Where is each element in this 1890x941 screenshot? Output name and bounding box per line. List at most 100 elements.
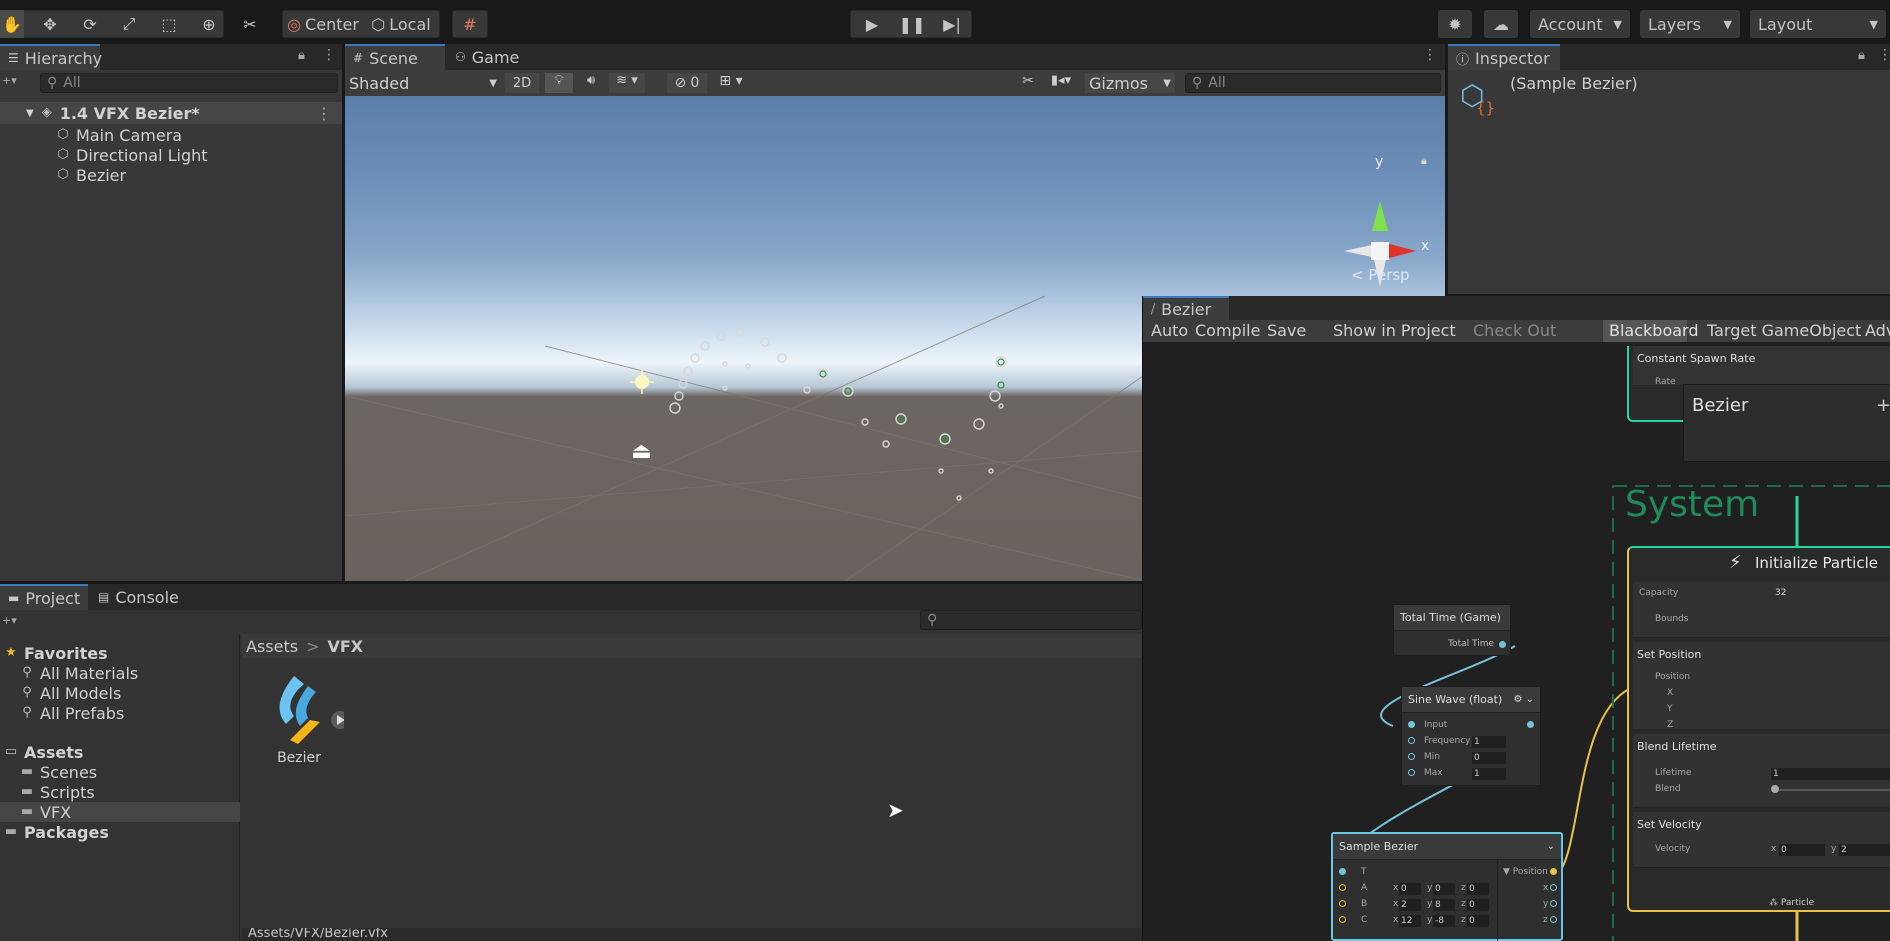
initialize-context[interactable]: ⚡ Initialize Particle Capacity 32 Bounds… xyxy=(1627,546,1890,912)
blend-slider[interactable] xyxy=(1773,789,1890,791)
velocity-x-field[interactable]: 0 xyxy=(1779,844,1825,856)
scene-root-row[interactable]: ▼ ◈ 1.4 VFX Bezier* ⋮ xyxy=(0,102,342,124)
bezier-output-port[interactable] xyxy=(1550,868,1557,875)
packages-folder[interactable]: ▬ Packages xyxy=(4,822,109,842)
blend-slider-handle[interactable] xyxy=(1771,785,1779,793)
lighting-toggle-icon[interactable]: 💡︎ xyxy=(545,73,573,93)
bezier-a-port[interactable] xyxy=(1339,884,1346,891)
lock-icon[interactable]: 🔒︎ xyxy=(1421,154,1427,168)
capacity-value[interactable]: 32 xyxy=(1775,588,1786,598)
sine-frequency-port[interactable] xyxy=(1408,737,1415,744)
transform-tool-icon[interactable]: ⊕ xyxy=(197,10,221,38)
bezier-a-x[interactable]: 0 xyxy=(1399,883,1421,895)
cloud-icon[interactable]: ☁ xyxy=(1484,10,1518,38)
asset-item-bezier[interactable]: Bezier xyxy=(264,670,349,770)
lifetime-field[interactable]: 1 xyxy=(1771,768,1890,780)
sine-input-port[interactable] xyxy=(1408,721,1415,728)
sine-min-field[interactable]: 0 xyxy=(1472,752,1506,764)
sine-max-field[interactable]: 1 xyxy=(1472,768,1506,780)
audio-toggle-icon[interactable]: 🔊︎ xyxy=(579,73,603,93)
bezier-t-port[interactable] xyxy=(1339,868,1346,875)
project-search-input[interactable]: ⚲ xyxy=(920,610,1142,630)
folder-vfx[interactable]: ▬ VFX xyxy=(0,802,240,822)
bezier-c-y[interactable]: -8 xyxy=(1433,915,1455,927)
bezier-b-port[interactable] xyxy=(1339,900,1346,907)
pivot-center-button[interactable]: ◎ Center xyxy=(286,10,360,38)
bezier-c-x[interactable]: 12 xyxy=(1399,915,1421,927)
bezier-c-port[interactable] xyxy=(1339,916,1346,923)
velocity-y-field[interactable]: 2 xyxy=(1839,844,1890,856)
lock-icon[interactable]: 🔒︎ xyxy=(1858,48,1865,63)
bezier-b-x[interactable]: 2 xyxy=(1399,899,1421,911)
folder-scripts[interactable]: ▬ Scripts xyxy=(20,782,95,802)
sine-frequency-field[interactable]: 1 xyxy=(1472,736,1506,748)
tools-icon[interactable]: ✂ xyxy=(1017,73,1039,93)
grid-toggle-icon[interactable]: ⊞ ▾ xyxy=(711,73,751,93)
more-options-icon[interactable]: ⋮ xyxy=(316,104,332,123)
total-time-node[interactable]: Total Time (Game) Total Time xyxy=(1393,604,1511,656)
bezier-b-z[interactable]: 0 xyxy=(1467,899,1489,911)
account-dropdown[interactable]: Account ▼ xyxy=(1530,10,1630,38)
step-button[interactable]: ▶| xyxy=(938,10,966,38)
tab-console[interactable]: ▤ Console xyxy=(90,584,190,610)
bezier-output-y-port[interactable] xyxy=(1550,900,1557,907)
hierarchy-item-bezier[interactable]: ⬡ Bezier xyxy=(56,165,126,185)
more-options-icon[interactable]: ⋮ xyxy=(1878,47,1890,63)
2d-toggle[interactable]: 2D xyxy=(505,73,539,93)
sine-min-port[interactable] xyxy=(1408,753,1415,760)
more-options-icon[interactable]: ⋮ xyxy=(1423,47,1437,63)
bezier-a-y[interactable]: 0 xyxy=(1433,883,1455,895)
more-options-icon[interactable]: ⋮ xyxy=(322,47,336,63)
tab-game[interactable]: ⚇ Game xyxy=(447,44,537,70)
tab-inspector[interactable]: ⓘ Inspector xyxy=(1448,44,1560,70)
camera-dropdown-icon[interactable]: ▮◂▾ xyxy=(1043,73,1079,93)
breadcrumb-assets[interactable]: Assets xyxy=(246,637,298,656)
scene-search-input[interactable]: ⚲ All xyxy=(1185,73,1441,93)
bezier-b-y[interactable]: 8 xyxy=(1433,899,1455,911)
scale-tool-icon[interactable]: ⤢ xyxy=(117,10,141,38)
persp-toggle[interactable]: < Persp xyxy=(1351,266,1410,284)
bezier-a-z[interactable]: 0 xyxy=(1467,883,1489,895)
custom-tool-icon[interactable]: ✂ xyxy=(238,10,262,38)
bezier-c-z[interactable]: 0 xyxy=(1467,915,1489,927)
chevron-down-icon[interactable]: ⌄ xyxy=(1547,841,1555,852)
folder-scenes[interactable]: ▬ Scenes xyxy=(20,762,97,782)
sample-bezier-node[interactable]: Sample Bezier ⌄ T A x 0 y 0 z 0 B x 2 y … xyxy=(1331,832,1563,941)
hierarchy-search-input[interactable]: ⚲ All xyxy=(40,73,338,93)
sine-output-port[interactable] xyxy=(1527,721,1534,728)
favorites-header[interactable]: ★ Favorites xyxy=(4,643,107,663)
rotate-tool-icon[interactable]: ⟳ xyxy=(78,10,102,38)
tab-hierarchy[interactable]: ☰ Hierarchy xyxy=(0,44,102,70)
tab-project[interactable]: ▬ Project xyxy=(0,584,88,610)
lock-icon[interactable]: 🔒︎ xyxy=(298,48,305,63)
bezier-output-z-port[interactable] xyxy=(1550,916,1557,923)
favorite-all-models[interactable]: ⚲ All Models xyxy=(20,683,121,703)
favorite-all-materials[interactable]: ⚲ All Materials xyxy=(20,663,138,683)
favorite-all-prefabs[interactable]: ⚲ All Prefabs xyxy=(20,703,124,723)
move-tool-icon[interactable]: ✥ xyxy=(38,10,62,38)
assets-folder[interactable]: ▭ Assets xyxy=(4,742,84,762)
breadcrumb-vfx[interactable]: VFX xyxy=(327,637,363,656)
gizmos-dropdown[interactable]: Gizmos ▼ xyxy=(1085,73,1175,93)
layers-dropdown[interactable]: Layers ▼ xyxy=(1640,10,1740,38)
total-time-output-port[interactable] xyxy=(1499,641,1506,648)
hidden-objects-toggle[interactable]: ⊘ 0 xyxy=(667,73,707,93)
sine-wave-node[interactable]: Sine Wave (float) ⚙ ⌄ Input Frequency 1 … xyxy=(1401,686,1541,786)
shading-mode-dropdown[interactable]: Shaded ▼ xyxy=(349,72,497,94)
effects-toggle-icon[interactable]: ≋ ▾ xyxy=(609,73,645,93)
bezier-output-x-port[interactable] xyxy=(1550,884,1557,891)
services-icon[interactable]: ✹ xyxy=(1438,10,1472,38)
add-property-icon[interactable]: + xyxy=(1876,395,1890,416)
play-button[interactable]: ▶ xyxy=(858,10,886,38)
create-dropdown[interactable]: +▾ xyxy=(2,74,17,87)
settings-icon[interactable]: ⚙ ⌄ xyxy=(1513,694,1534,705)
create-dropdown[interactable]: +▾ xyxy=(2,614,17,627)
pivot-local-button[interactable]: ⬡ Local xyxy=(366,10,436,38)
rect-tool-icon[interactable]: ⬚ xyxy=(157,10,181,38)
hand-tool-icon[interactable]: ✋ xyxy=(0,10,24,38)
pause-button[interactable]: ❚❚ xyxy=(898,10,926,38)
layout-dropdown[interactable]: Layout ▼ xyxy=(1750,10,1886,38)
hierarchy-item-directional-light[interactable]: ⬡ Directional Light xyxy=(56,145,207,165)
sine-max-port[interactable] xyxy=(1408,769,1415,776)
tab-scene[interactable]: # Scene xyxy=(345,44,445,70)
